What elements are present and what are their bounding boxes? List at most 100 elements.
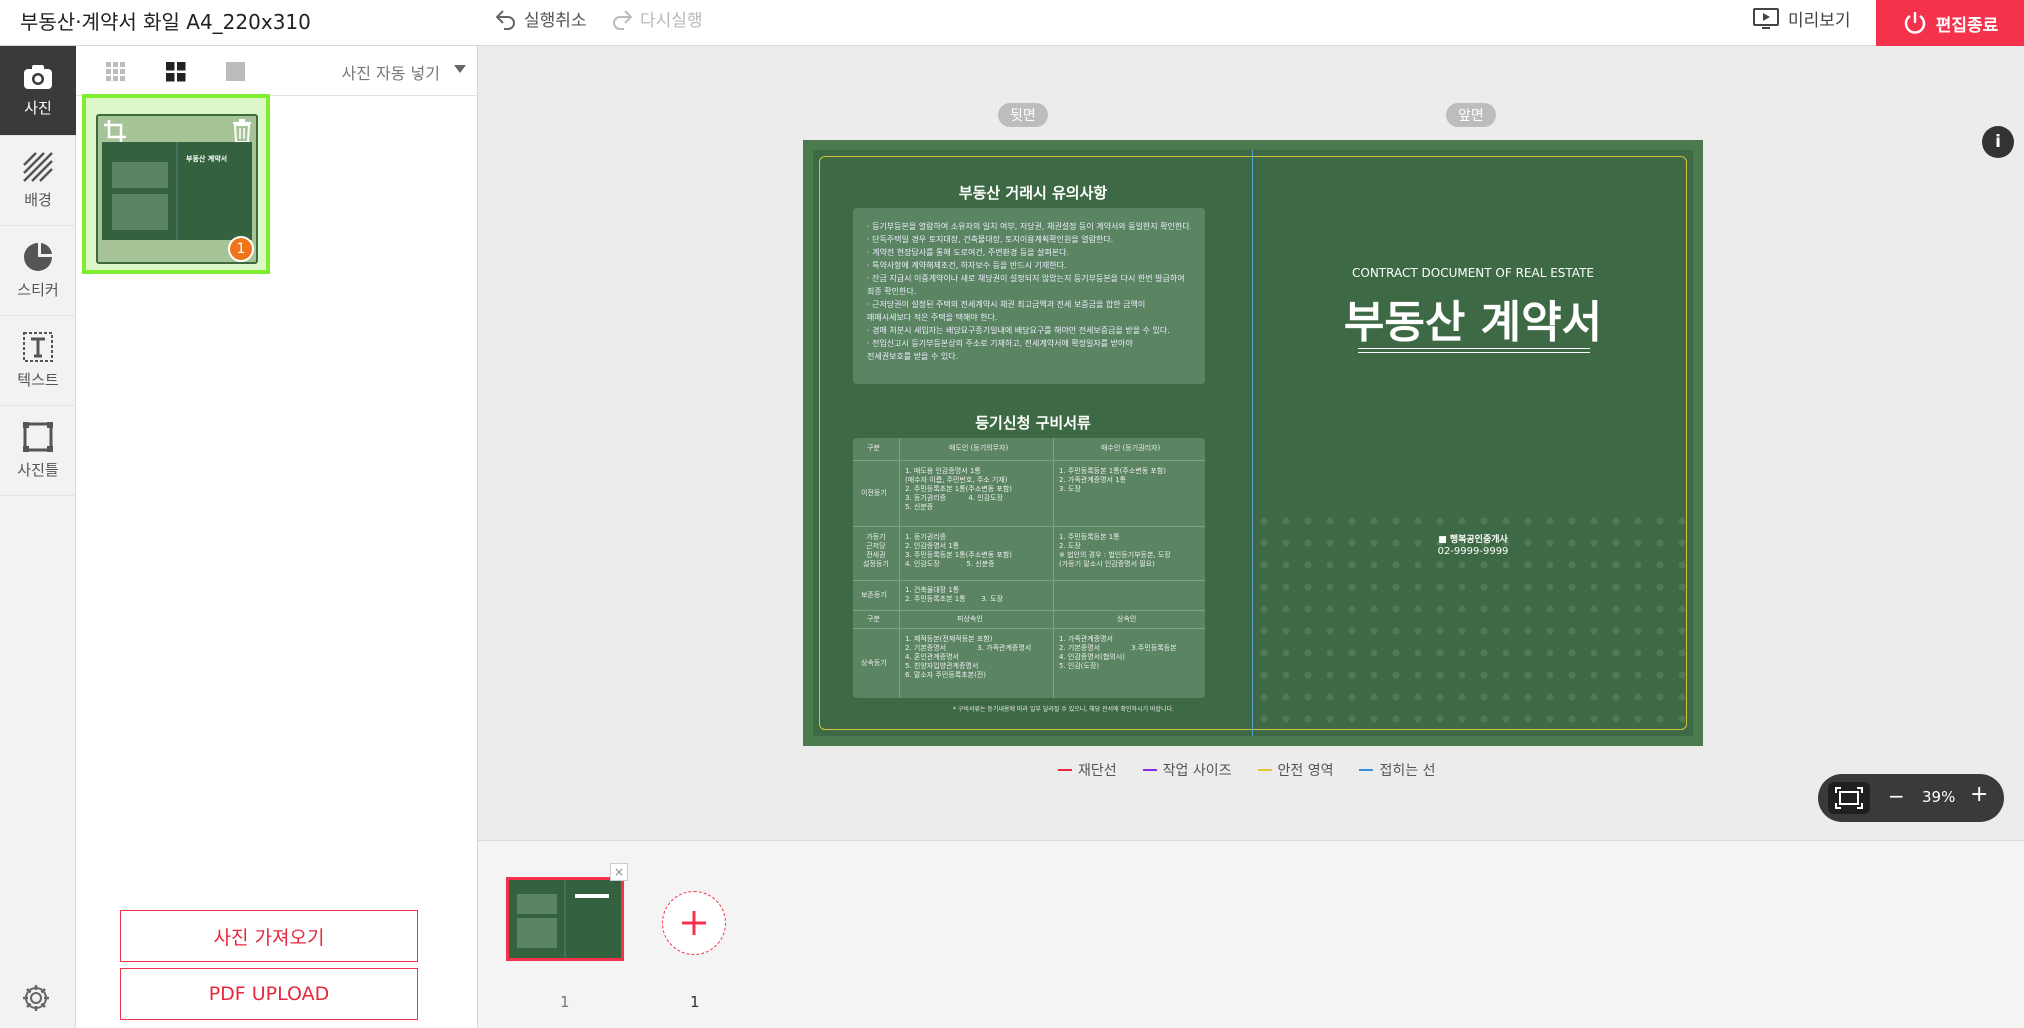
table-row: 이전등기 1. 매도용 인감증명서 1통 (매수자 이름, 주민번호, 주소 기… [853, 460, 1205, 526]
medium-grid-view-button[interactable] [166, 62, 186, 86]
tool-text[interactable]: 텍스트 [0, 316, 76, 406]
add-page-number: 1 [690, 993, 700, 1011]
zoom-out-button[interactable]: − [1888, 784, 1905, 808]
notice-line: 매매시세보다 적은 주택을 택해야 한다. [867, 313, 998, 322]
design-spread[interactable]: 부동산 거래시 유의사항 · 등기부등본을 열람하여 소유자의 일치 여부, 저… [803, 140, 1703, 746]
zoom-control: − 39% + [1818, 774, 2004, 822]
table-header: 매도인 (등기의무자) [949, 444, 1009, 452]
view-mode-bar: 사진 자동 넣기 [76, 46, 478, 96]
tool-frame[interactable]: 사진틀 [0, 406, 76, 496]
fit-to-screen-button[interactable] [1828, 782, 1870, 814]
delete-page-button[interactable]: × [610, 863, 628, 881]
plus-icon [682, 911, 706, 935]
small-grid-icon [106, 62, 125, 81]
large-square-icon [226, 62, 245, 81]
row-deceased-docs: 1. 제적등본(전제적등본 포함) 2. 기본증명서 3. 가족관계증명서 4.… [905, 635, 1032, 679]
notice-box: · 등기부등본을 열람하여 소유자의 일치 여부, 저당권, 채권설정 등이 계… [853, 208, 1205, 384]
legend-label: 작업 사이즈 [1162, 763, 1232, 779]
notice-line: · 단독주택일 경우 토지대장, 건축물대장, 토지이용계획확인원을 열람한다. [867, 235, 1114, 244]
photo-thumbnail-card[interactable]: 부동산 계약서 1 [82, 94, 270, 274]
front-korean-title: 부동산 계약서 [1343, 297, 1603, 348]
notice-line: · 근저당권이 설정된 주택의 전세계약시 채권 최고금액과 전세 보증금을 합… [867, 300, 1146, 309]
info-button[interactable]: i [1982, 126, 2014, 158]
pdf-upload-button[interactable]: PDF UPLOAD [120, 968, 418, 1020]
table-header: 구분 [867, 615, 880, 623]
document-title: 부동산·계약서 화일 A4_220x310 [20, 10, 311, 34]
notice-line: · 등기부등본을 열람하여 소유자의 일치 여부, 저당권, 채권설정 등이 계… [867, 222, 1191, 231]
legend-swatch [1359, 769, 1374, 771]
finish-label: 편집종료 [1935, 15, 1999, 36]
add-page-button[interactable] [662, 891, 726, 955]
tool-sticker-label: 스티커 [17, 281, 59, 299]
thumbnail-title: 부동산 계약서 [186, 155, 228, 163]
notice-line: · 계약전 현장답사를 통해 도로여건, 주변환경 등을 살펴본다. [867, 248, 1070, 257]
top-header: 부동산·계약서 화일 A4_220x310 실행취소 다시실행 미리보기 편집종… [0, 0, 2024, 46]
zoom-in-button[interactable]: + [1970, 782, 1988, 807]
settings-button[interactable] [20, 982, 52, 1018]
undo-icon [495, 9, 515, 30]
chevron-down-icon[interactable] [454, 65, 466, 73]
legend-swatch [1257, 769, 1272, 771]
gear-icon [23, 985, 49, 1011]
large-view-button[interactable] [226, 62, 246, 86]
redo-label: 다시실행 [640, 11, 703, 31]
table-header: 상속인 [1117, 615, 1137, 623]
tool-text-label: 텍스트 [17, 371, 59, 389]
back-side-label: 뒷면 [998, 103, 1048, 127]
guide-legend: 재단선 작업 사이즈 안전 영역 접히는 선 [1058, 760, 1435, 780]
table-footnote: * 구비서류는 등기내용에 따라 일부 달라질 수 있으니, 해당 관서에 확인… [953, 706, 1174, 713]
required-documents-table: 구분 매도인 (등기의무자) 매수인 (등기권리자) 이전등기 1. 매도용 인… [853, 438, 1205, 698]
photo-frame-icon [23, 422, 53, 452]
monitor-icon [1753, 7, 1779, 29]
table-header: 피상속인 [957, 615, 983, 623]
undo-label: 실행취소 [524, 11, 587, 31]
legend-label: 안전 영역 [1277, 763, 1334, 779]
title-underline [1358, 348, 1590, 353]
import-photo-button[interactable]: 사진 가져오기 [120, 910, 418, 962]
legend-label: 접히는 선 [1379, 763, 1436, 779]
tool-photo[interactable]: 사진 [0, 46, 76, 136]
sticker-icon [24, 243, 52, 271]
legend-item: 재단선 [1058, 760, 1117, 780]
tool-background[interactable]: 배경 [0, 136, 76, 226]
table-header: 구분 [867, 444, 880, 452]
notice-line: · 경매 처분시 세입자는 배당요구종기일내에 배당요구를 해야만 전세보증금을… [867, 326, 1170, 335]
row-seller-docs: 1. 매도용 인감증명서 1통 (매수자 이름, 주민번호, 주소 기재) 2.… [905, 467, 1012, 511]
notice-line: 최종 확인한다. [867, 287, 917, 296]
page-thumbnail[interactable] [506, 877, 624, 961]
row-buyer-docs: 1. 주민등록등본 1통 2. 도장 ※ 법인의 경우 : 법인등기부등본, 도… [1059, 533, 1171, 568]
row-label: 가등기 근저당 전세권 설정등기 [863, 533, 889, 568]
power-icon [1904, 12, 1925, 34]
crop-icon[interactable] [102, 118, 128, 144]
preview-button[interactable]: 미리보기 [1752, 6, 1851, 31]
photo-thumbnail[interactable]: 부동산 계약서 1 [96, 114, 258, 264]
text-icon [23, 332, 53, 362]
redo-icon [613, 9, 633, 30]
auto-fill-select[interactable]: 사진 자동 넣기 [342, 60, 441, 84]
photo-panel: 사진 자동 넣기 부동산 계약서 1 사진 가져오기 PDF UPLOAD [76, 46, 478, 1028]
fit-screen-icon [1835, 787, 1863, 809]
small-grid-view-button[interactable] [106, 62, 126, 86]
tool-frame-label: 사진틀 [17, 461, 59, 479]
spread-artwork: 부동산 거래시 유의사항 · 등기부등본을 열람하여 소유자의 일치 여부, 저… [813, 150, 1693, 736]
tool-photo-label: 사진 [24, 99, 52, 117]
row-seller-docs: 1. 등기권리증 2. 인감증명서 1통 3. 주민등록등본 1통(주소변동 포… [905, 533, 1012, 568]
redo-button[interactable]: 다시실행 [610, 6, 703, 31]
trash-icon[interactable] [230, 118, 254, 144]
usage-count-badge: 1 [228, 236, 254, 262]
legend-item: 작업 사이즈 [1142, 760, 1232, 780]
legend-swatch [1142, 769, 1157, 771]
finish-edit-button[interactable]: 편집종료 [1876, 0, 2024, 46]
undo-button[interactable]: 실행취소 [494, 6, 587, 31]
legend-item: 접히는 선 [1359, 760, 1435, 780]
row-label: 보존등기 [861, 591, 887, 599]
camera-icon [24, 65, 52, 89]
tool-sticker[interactable]: 스티커 [0, 226, 76, 316]
table-row: 상속등기 1. 제적등본(전제적등본 포함) 2. 기본증명서 3. 가족관계증… [853, 628, 1205, 698]
editor-canvas-area: 뒷면 앞면 i 부동산 거래시 유의사항 · 등기부등본을 열람하여 소유자의 … [478, 46, 2024, 840]
company-phone: 02-9999-9999 [1437, 546, 1509, 557]
notice-line: 전세권보호를 받을 수 있다. [867, 352, 959, 361]
page-strip: × 1 1 [478, 840, 2024, 1028]
back-notice-title: 부동산 거래시 유의사항 [958, 184, 1108, 202]
legend-label: 재단선 [1078, 763, 1117, 779]
